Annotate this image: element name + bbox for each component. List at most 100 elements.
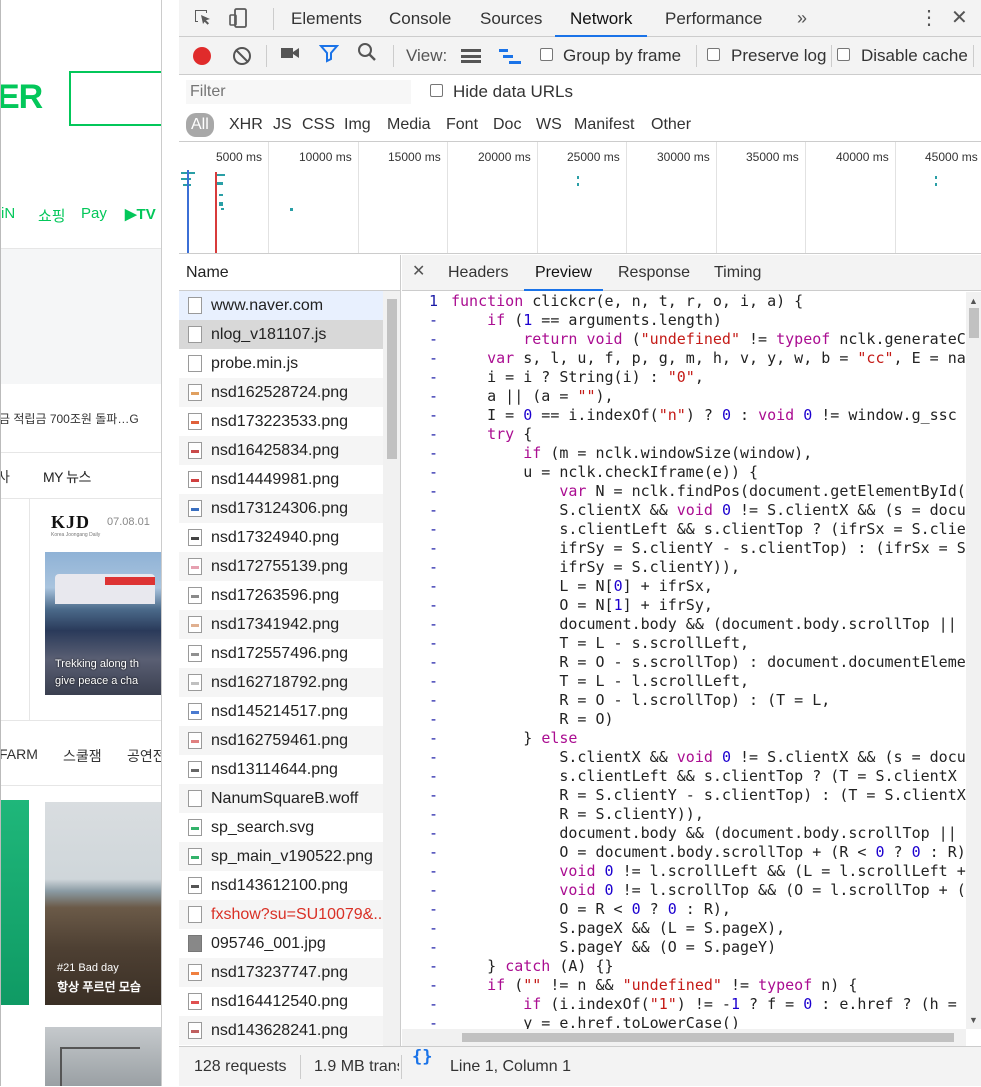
tab-preview[interactable]: Preview <box>524 255 603 291</box>
scrollbar-thumb[interactable] <box>462 1033 954 1042</box>
code-text: S.pageY && (O = S.pageY) <box>451 938 777 956</box>
request-row[interactable]: nsd145214517.png <box>179 697 383 726</box>
code-vertical-scrollbar[interactable] <box>966 292 981 1029</box>
press-logo[interactable]: KJD <box>51 512 90 533</box>
request-row[interactable]: nsd173124306.png <box>179 494 383 523</box>
clear-button[interactable] <box>233 47 251 65</box>
request-row[interactable]: nsd162759461.png <box>179 726 383 755</box>
service-link-pay[interactable]: Pay <box>81 205 107 222</box>
category-farm[interactable]: FARM <box>1 746 38 762</box>
tab-sources[interactable]: Sources <box>480 0 542 37</box>
service-link-shopping[interactable]: 쇼핑 <box>38 205 66 226</box>
request-row[interactable]: NanumSquareB.woff <box>179 784 383 813</box>
request-row[interactable]: nsd172755139.png <box>179 552 383 581</box>
scroll-up-icon[interactable]: ▲ <box>969 296 978 306</box>
type-filter-ws[interactable]: WS <box>533 113 565 137</box>
content-photo-tag: #21 Bad day <box>57 962 119 974</box>
request-list-scrollbar[interactable] <box>383 291 400 1046</box>
kebab-menu-icon[interactable]: ⋮ <box>919 0 939 37</box>
request-row[interactable]: nsd17341942.png <box>179 610 383 639</box>
close-detail-icon[interactable]: ✕ <box>412 255 425 289</box>
category-schooljam[interactable]: 스쿨잼 <box>63 746 102 766</box>
more-tabs-icon[interactable]: » <box>797 0 807 37</box>
type-filter-font[interactable]: Font <box>443 113 481 137</box>
request-row[interactable]: fxshow?su=SU10079&... <box>179 900 383 929</box>
line-number: - <box>428 311 438 329</box>
news-tab[interactable]: 사 <box>1 467 10 487</box>
type-filter-doc[interactable]: Doc <box>490 113 524 137</box>
scrollbar-thumb[interactable] <box>969 308 979 338</box>
line-number: - <box>428 900 438 918</box>
group-by-frame-checkbox[interactable] <box>540 48 553 61</box>
request-row[interactable]: nsd17263596.png <box>179 581 383 610</box>
my-news-tab[interactable]: MY 뉴스 <box>43 467 91 487</box>
search-input[interactable] <box>69 71 161 126</box>
content-photo[interactable] <box>45 1027 161 1086</box>
request-row[interactable]: nsd173237747.png <box>179 958 383 987</box>
tab-console[interactable]: Console <box>389 0 451 37</box>
request-row[interactable]: sp_search.svg <box>179 813 383 842</box>
hide-data-urls-checkbox[interactable] <box>430 84 443 97</box>
request-row[interactable]: nlog_v181107.js <box>179 320 383 349</box>
request-row[interactable]: probe.min.js <box>179 349 383 378</box>
name-column-header[interactable]: Name <box>179 255 400 291</box>
request-row[interactable]: 095746_001.jpg <box>179 929 383 958</box>
search-icon[interactable] <box>357 42 377 68</box>
tab-timing[interactable]: Timing <box>714 255 761 291</box>
request-row[interactable]: nsd143628241.png <box>179 1016 383 1045</box>
type-filter-manifest[interactable]: Manifest <box>571 113 637 137</box>
filter-icon[interactable] <box>318 43 340 69</box>
type-filter-other[interactable]: Other <box>648 113 694 137</box>
code-horizontal-scrollbar[interactable] <box>402 1029 966 1046</box>
type-filter-css[interactable]: CSS <box>299 113 338 137</box>
device-toolbar-icon[interactable] <box>227 7 251 31</box>
waterfall-icon[interactable] <box>499 48 521 64</box>
service-link-tv[interactable]: ▶TV <box>125 205 156 223</box>
type-filter-media[interactable]: Media <box>384 113 434 137</box>
large-rows-icon[interactable] <box>461 49 481 63</box>
news-photo[interactable]: Trekking along th give peace a cha <box>45 552 161 695</box>
type-filter-js[interactable]: JS <box>270 113 295 137</box>
close-icon[interactable]: ✕ <box>951 0 968 37</box>
request-row[interactable]: nsd172557496.png <box>179 639 383 668</box>
tab-headers[interactable]: Headers <box>448 255 508 291</box>
tab-performance[interactable]: Performance <box>665 0 762 37</box>
filter-input[interactable] <box>186 80 411 104</box>
preserve-log-checkbox[interactable] <box>707 48 720 61</box>
record-button[interactable] <box>193 47 211 65</box>
promo-card[interactable] <box>1 800 29 1005</box>
request-row[interactable]: nsd162528724.png <box>179 378 383 407</box>
tab-elements[interactable]: Elements <box>291 0 362 37</box>
scroll-down-icon[interactable]: ▼ <box>969 1015 978 1025</box>
type-filter-all[interactable]: All <box>186 113 214 137</box>
timeline-overview[interactable]: 5000 ms 10000 ms 15000 ms 20000 ms 25000… <box>179 142 981 254</box>
request-row[interactable]: nsd16425834.png <box>179 436 383 465</box>
inspect-element-icon[interactable] <box>191 7 215 31</box>
request-row[interactable]: nsd17324940.png <box>179 523 383 552</box>
code-preview[interactable]: 1 function clickcr(e, n, t, r, o, i, a) {… <box>402 292 966 1029</box>
service-link-kin[interactable]: iN <box>1 205 15 222</box>
content-photo[interactable]: #21 Bad day 항상 푸르던 모습 <box>45 802 161 1005</box>
file-icon <box>188 645 202 662</box>
request-row[interactable]: nsd173223533.png <box>179 407 383 436</box>
category-performance[interactable]: 공연전 <box>127 746 161 766</box>
code-line: - var N = nclk.findPos(document.getEleme… <box>402 482 966 501</box>
code-text: R = S.clientY - s.clientTop) : (T = S.cl… <box>451 786 966 804</box>
request-row[interactable]: nsd143612100.png <box>179 871 383 900</box>
request-row[interactable]: nsd164412540.png <box>179 987 383 1016</box>
naver-logo[interactable]: ER <box>1 78 43 117</box>
pretty-print-icon[interactable]: {} <box>412 1047 432 1067</box>
tab-response[interactable]: Response <box>618 255 690 291</box>
request-row[interactable]: www.naver.com <box>179 291 383 320</box>
request-row[interactable]: nsd14449981.png <box>179 465 383 494</box>
request-row[interactable]: nsd162718792.png <box>179 668 383 697</box>
request-row[interactable]: sp_main_v190522.png <box>179 842 383 871</box>
disable-cache-checkbox[interactable] <box>837 48 850 61</box>
capture-screenshots-icon[interactable] <box>280 45 300 66</box>
scrollbar-thumb[interactable] <box>387 299 397 459</box>
news-ticker[interactable]: 금 적립금 700조원 돌파…G <box>1 410 161 427</box>
request-row[interactable]: nsd13114644.png <box>179 755 383 784</box>
type-filter-img[interactable]: Img <box>341 113 374 137</box>
tab-network[interactable]: Network <box>555 0 648 37</box>
type-filter-xhr[interactable]: XHR <box>226 113 266 137</box>
